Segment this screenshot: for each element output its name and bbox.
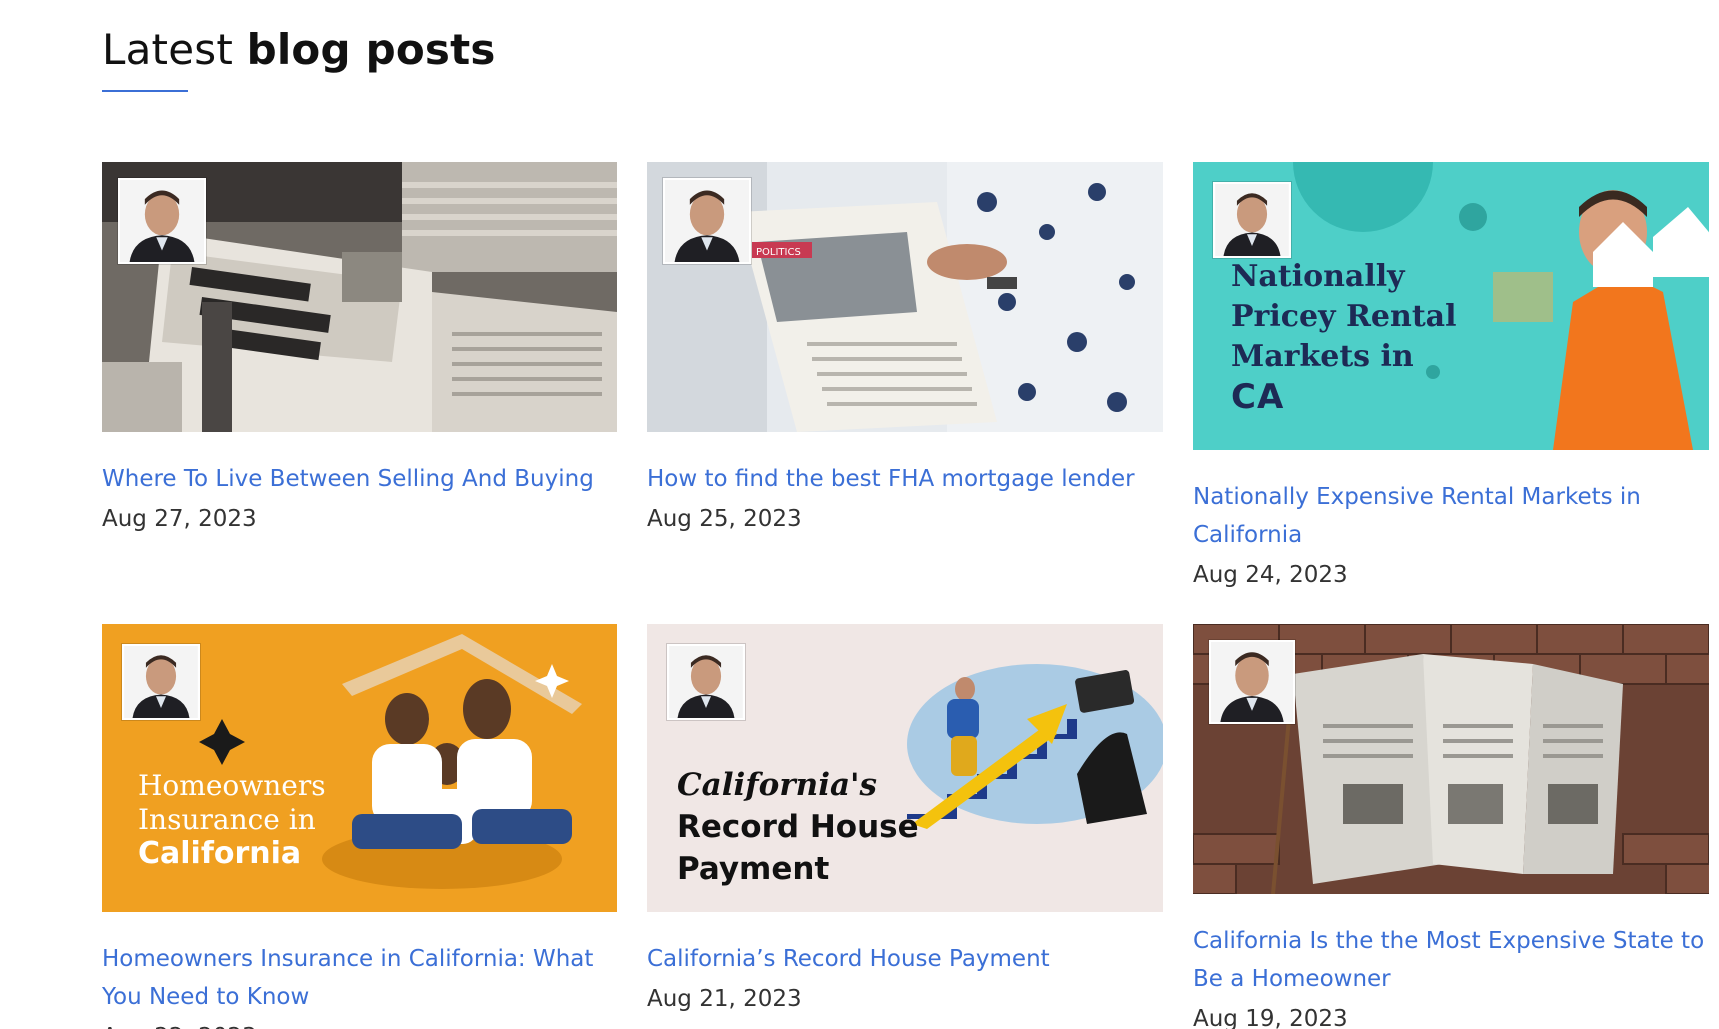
post-date: Aug 22, 2023 [102, 1018, 617, 1029]
heading-bold: blog posts [246, 25, 496, 74]
image-line: Nationally [1231, 259, 1405, 294]
image-line: Insurance in [138, 803, 316, 836]
post-thumbnail-link[interactable] [102, 162, 617, 432]
image-line: Homeowners [138, 769, 326, 802]
post-thumbnail-link[interactable]: POLITICS [647, 162, 1163, 432]
image-line: Markets in [1231, 339, 1414, 374]
image-line: California's [677, 767, 878, 803]
record-payment-image-text: California's Record House Payment [677, 764, 919, 890]
post-title-link[interactable]: Homeowners Insurance in California: What… [102, 940, 617, 1016]
blog-section: Latest blog posts Where To Live Between … [0, 0, 1719, 1029]
post-date: Aug 25, 2023 [647, 506, 802, 532]
insurance-image-text: Homeowners Insurance in California [138, 769, 326, 871]
image-line: California [138, 836, 302, 871]
author-avatar [663, 178, 751, 264]
heading-underline [102, 90, 188, 92]
post-thumbnail-link[interactable]: California's Record House Payment [647, 624, 1163, 912]
section-heading: Latest blog posts [102, 20, 496, 80]
blog-card: California's Record House Payment Califo… [647, 624, 1163, 1018]
image-line: Pricey Rental [1231, 299, 1457, 334]
blog-card: POLITICS How to find the best FHA mortga… [647, 162, 1163, 538]
blog-card: Nationally Pricey Rental Markets in CA N… [1193, 162, 1709, 594]
author-avatar [1209, 640, 1295, 724]
post-title-link[interactable]: California Is the the Most Expensive Sta… [1193, 922, 1709, 998]
politics-label: POLITICS [756, 247, 801, 258]
post-title-link[interactable]: Nationally Expensive Rental Markets in C… [1193, 478, 1709, 554]
post-thumbnail-link[interactable] [1193, 624, 1709, 894]
image-line: Record House [677, 809, 919, 845]
rental-image-text: Nationally Pricey Rental Markets in CA [1231, 257, 1457, 417]
blog-card: Homeowners Insurance in California Homeo… [102, 624, 617, 1029]
post-date: Aug 21, 2023 [647, 986, 802, 1012]
image-line: CA [1231, 377, 1285, 417]
blog-card: Where To Live Between Selling And Buying… [102, 162, 617, 538]
author-avatar [118, 178, 206, 264]
author-avatar [1213, 182, 1291, 258]
post-date: Aug 19, 2023 [1193, 1006, 1348, 1029]
post-title-link[interactable]: Where To Live Between Selling And Buying [102, 460, 617, 498]
post-thumbnail-link[interactable]: Nationally Pricey Rental Markets in CA [1193, 162, 1709, 450]
blog-card: California Is the the Most Expensive Sta… [1193, 624, 1709, 1029]
heading-light: Latest [102, 25, 233, 74]
post-title-link[interactable]: California’s Record House Payment [647, 940, 1163, 978]
post-title-link[interactable]: How to find the best FHA mortgage lender [647, 460, 1163, 498]
post-date: Aug 24, 2023 [1193, 562, 1348, 588]
post-date: Aug 27, 2023 [102, 506, 257, 532]
image-line: Payment [677, 851, 830, 887]
author-avatar [667, 644, 745, 720]
post-thumbnail-link[interactable]: Homeowners Insurance in California [102, 624, 617, 912]
author-avatar [122, 644, 200, 720]
